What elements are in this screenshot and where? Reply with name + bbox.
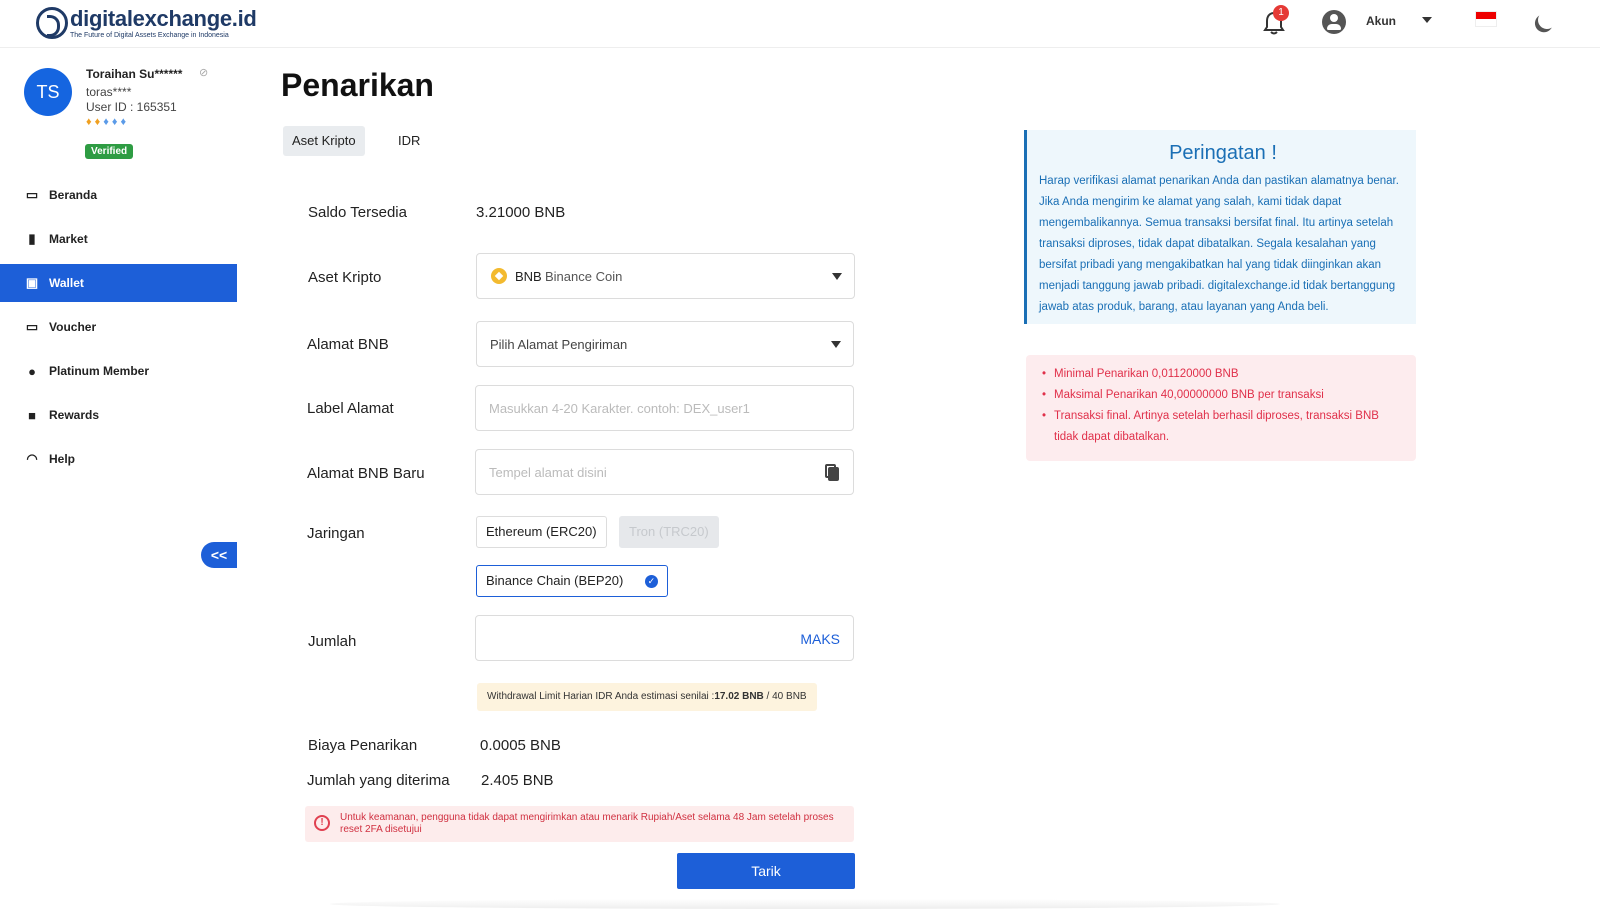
network-bep20-label: Binance Chain (BEP20) — [486, 573, 624, 588]
rule-item: Transaksi final. Artinya setelah berhasi… — [1042, 406, 1406, 448]
rule-item: Minimal Penarikan 0,01120000 BNB — [1042, 364, 1406, 385]
chevron-down-icon — [832, 273, 842, 280]
asset-name: Binance Coin — [545, 269, 623, 284]
limit-used: 17.02 BNB — [714, 691, 764, 702]
chevron-down-icon — [831, 341, 841, 348]
address-select[interactable]: Pilih Alamat Pengiriman — [476, 321, 854, 367]
sidebar-item-label: Rewards — [49, 408, 100, 422]
sidebar: TS Toraihan Su****** ⊘ toras**** User ID… — [0, 48, 237, 909]
notification-badge: 1 — [1273, 5, 1289, 21]
withdraw-rules-list: Minimal Penarikan 0,01120000 BNB Maksima… — [1042, 364, 1406, 448]
new-address-placeholder: Tempel alamat disini — [489, 465, 607, 480]
diamond-icon: ♦ — [111, 116, 118, 128]
network-bep20-button[interactable]: Binance Chain (BEP20) ✓ — [476, 565, 668, 597]
verified-badge: Verified — [85, 144, 134, 159]
jumlah-label: Jumlah — [308, 633, 357, 650]
sidebar-item-wallet[interactable]: ▣ Wallet — [0, 264, 237, 302]
bar-chart-icon: ▮ — [28, 231, 36, 246]
address-label-placeholder: Masukkan 4-20 Karakter. contoh: DEX_user… — [489, 401, 750, 416]
warning-box: Peringatan ! Harap verifikasi alamat pen… — [1024, 130, 1416, 324]
logo-tagline: The Future of Digital Assets Exchange in… — [70, 31, 229, 39]
sidebar-item-voucher[interactable]: ▭ Voucher — [0, 308, 237, 346]
gem-icon: ♦ — [86, 116, 92, 128]
avatar[interactable]: TS — [24, 68, 72, 116]
saldo-label: Saldo Tersedia — [308, 204, 407, 221]
biaya-label: Biaya Penarikan — [308, 737, 418, 754]
label-alamat-label: Label Alamat — [307, 400, 394, 417]
max-button[interactable]: MAKS — [800, 631, 840, 647]
account-label[interactable]: Akun — [1366, 14, 1396, 28]
account-icon[interactable] — [1322, 10, 1346, 34]
sidebar-item-platinum-member[interactable]: ● Platinum Member — [0, 352, 237, 390]
tab-aset-kripto[interactable]: Aset Kripto — [283, 126, 365, 156]
headset-icon: ◠ — [26, 451, 38, 466]
sidebar-item-label: Market — [49, 232, 88, 246]
user-id: User ID : 165351 — [86, 100, 177, 114]
network-erc20-button[interactable]: Ethereum (ERC20) — [476, 516, 607, 548]
address-label-input[interactable]: Masukkan 4-20 Karakter. contoh: DEX_user… — [475, 385, 854, 431]
top-bar: digitalexchange.id The Future of Digital… — [0, 0, 1600, 48]
jaringan-label: Jaringan — [307, 525, 365, 542]
diamond-icon: ♦ — [120, 116, 127, 128]
address-select-value: Pilih Alamat Pengiriman — [490, 337, 628, 352]
alamat-label: Alamat BNB — [307, 336, 389, 353]
diterima-label: Jumlah yang diterima — [307, 772, 450, 789]
alert-clock-icon: ! — [314, 815, 330, 831]
sidebar-item-help[interactable]: ◠ Help — [0, 440, 237, 478]
limit-prefix: Withdrawal Limit Harian IDR Anda estimas… — [487, 691, 715, 702]
dark-mode-icon[interactable] — [1535, 8, 1558, 31]
asset-symbol: BNB — [515, 269, 542, 284]
gift-icon: ■ — [28, 407, 36, 423]
aset-kripto-label: Aset Kripto — [308, 269, 382, 286]
badge-check-icon: ● — [28, 363, 36, 379]
withdraw-submit-button[interactable]: Tarik — [677, 853, 855, 889]
logo-name: digitalexchange.id — [70, 5, 257, 31]
rule-item: Maksimal Penarikan 40,00000000 BNB per t… — [1042, 385, 1406, 406]
wallet-icon: ▣ — [25, 275, 39, 290]
page-title: Penarikan — [281, 67, 434, 103]
tier-gems: ♦ ♦ ♦ ♦ ♦ — [86, 116, 126, 128]
diamond-icon: ♦ — [103, 116, 109, 128]
sidebar-item-market[interactable]: ▮ Market — [0, 220, 237, 258]
limit-total: / 40 BNB — [763, 691, 807, 702]
logo-mark-icon — [36, 7, 68, 39]
flag-indonesia-icon[interactable] — [1475, 11, 1497, 27]
sidebar-item-label: Help — [49, 452, 76, 466]
tab-idr[interactable]: IDR — [389, 126, 429, 156]
asset-select[interactable]: BNB Binance Coin — [476, 253, 855, 299]
eye-off-icon[interactable]: ⊘ — [199, 66, 208, 79]
bnb-coin-icon — [491, 268, 507, 284]
new-address-input[interactable]: Tempel alamat disini — [475, 449, 854, 495]
withdraw-rules-box: Minimal Penarikan 0,01120000 BNB Maksima… — [1026, 355, 1416, 461]
warning-title: Peringatan ! — [1169, 142, 1277, 164]
bottom-shadow — [330, 899, 1280, 909]
amount-input[interactable]: MAKS — [475, 615, 854, 661]
sidebar-item-label: Wallet — [49, 276, 84, 290]
paste-clipboard-icon[interactable] — [825, 464, 839, 482]
network-trc20-button[interactable]: Tron (TRC20) — [619, 516, 719, 548]
saldo-value: 3.21000 BNB — [476, 204, 566, 221]
sidebar-item-label: Beranda — [49, 188, 98, 202]
sidebar-nav: ▭ Beranda ▮ Market ▣ Wallet ▭ Voucher ● … — [0, 176, 237, 484]
ticket-icon: ▭ — [25, 319, 39, 334]
sidebar-item-beranda[interactable]: ▭ Beranda — [0, 176, 237, 214]
check-circle-icon: ✓ — [644, 575, 658, 589]
daily-limit-notice: Withdrawal Limit Harian IDR Anda estimas… — [477, 683, 817, 711]
biaya-value: 0.0005 BNB — [480, 737, 561, 754]
user-name: Toraihan Su****** — [86, 67, 183, 81]
collapse-sidebar-button[interactable]: << — [201, 542, 237, 568]
security-notice: ! Untuk keamanan, pengguna tidak dapat m… — [305, 806, 854, 842]
alamat-baru-label: Alamat BNB Baru — [307, 465, 425, 482]
gem-icon: ♦ — [94, 116, 101, 128]
laptop-icon: ▭ — [25, 187, 39, 202]
sidebar-item-rewards[interactable]: ■ Rewards — [0, 396, 237, 434]
warning-text: Harap verifikasi alamat penarikan Anda d… — [1039, 175, 1399, 313]
sidebar-item-label: Platinum Member — [49, 364, 150, 378]
security-notice-text: Untuk keamanan, pengguna tidak dapat men… — [340, 812, 834, 835]
sidebar-item-label: Voucher — [49, 320, 97, 334]
account-caret-icon[interactable] — [1422, 17, 1432, 23]
logo[interactable]: digitalexchange.id The Future of Digital… — [36, 5, 257, 41]
diterima-value: 2.405 BNB — [481, 772, 554, 789]
user-handle: toras**** — [86, 85, 132, 99]
